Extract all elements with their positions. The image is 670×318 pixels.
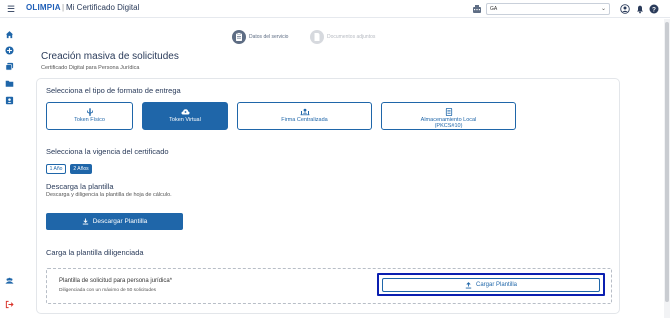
logout-icon[interactable]	[5, 300, 14, 309]
document-icon	[314, 33, 320, 41]
validity-2-years-option[interactable]: 2 Años	[70, 164, 92, 174]
upload-template-button[interactable]: Cargar Plantilla	[382, 278, 600, 292]
top-bar: ☰ OLIMPIA | Mi Certificado Digital GA ⌄ …	[0, 0, 670, 18]
validity-title: Selecciona la vigencia del certificado	[46, 147, 169, 156]
option-token-fisico-label: Token Físico	[74, 117, 105, 123]
upload-template-label: Cargar Plantilla	[475, 282, 518, 288]
upload-field-note: Diligenciada con un máximo de 50 solicit…	[59, 288, 157, 293]
organization-select-value: GA	[490, 6, 498, 12]
brand-logo: OLIMPIA	[26, 3, 61, 12]
contact-card-icon[interactable]	[5, 96, 14, 105]
app-title: Mi Certificado Digital	[66, 3, 140, 12]
svg-text:?: ?	[652, 6, 656, 13]
upload-section-title: Carga la plantilla diligenciada	[46, 248, 144, 257]
network-user-icon	[300, 108, 309, 116]
step-attached-documents-label: Documentos adjuntos	[327, 34, 376, 40]
download-template-button[interactable]: Descargar Plantilla	[46, 213, 183, 230]
brand-separator: |	[62, 3, 65, 12]
upload-icon	[465, 281, 472, 288]
organization-icon	[473, 5, 481, 13]
help-icon[interactable]: ?	[649, 4, 659, 14]
option-token-virtual[interactable]: Token Virtual	[142, 102, 228, 130]
option-firma-centralizada[interactable]: Firma Centralizada	[237, 102, 372, 130]
option-token-fisico[interactable]: Token Físico	[46, 102, 133, 130]
chevron-down-icon: ⌄	[600, 6, 606, 12]
step-attached-documents-indicator	[310, 30, 324, 44]
validity-1-year-option[interactable]: 1 Año	[46, 164, 66, 174]
cloud-key-icon	[180, 109, 190, 115]
option-almacenamiento-local-label: Almacenamiento Local (PKCS#10)	[382, 117, 515, 129]
option-almacenamiento-local-line2: (PKCS#10)	[434, 123, 463, 129]
option-token-virtual-label: Token Virtual	[169, 117, 201, 123]
download-icon	[82, 218, 88, 225]
template-download-description: Descarga y diligencia la plantilla de ho…	[46, 192, 172, 198]
menu-icon[interactable]: ☰	[5, 3, 17, 15]
step-service-data-label: Datos del servicio	[249, 34, 289, 40]
delivery-format-title: Selecciona el tipo de formato de entrega	[46, 86, 181, 95]
notifications-bell-icon[interactable]	[635, 4, 645, 14]
step-service-data-indicator	[232, 30, 246, 44]
add-circle-icon[interactable]	[5, 46, 14, 55]
download-template-label: Descargar Plantilla	[92, 218, 148, 225]
sidebar	[0, 19, 19, 318]
user-account-icon[interactable]	[620, 4, 630, 14]
clipboard-icon	[236, 32, 242, 41]
usb-icon	[86, 108, 93, 116]
page-scrollbar-thumb[interactable]	[665, 22, 669, 302]
option-almacenamiento-local[interactable]: Almacenamiento Local (PKCS#10)	[381, 102, 516, 130]
batch-requests-icon[interactable]	[5, 62, 14, 71]
option-firma-centralizada-label: Firma Centralizada	[281, 117, 328, 123]
users-group-icon[interactable]	[5, 276, 14, 285]
upload-field-title: Plantilla de solicitud para persona jurí…	[59, 278, 173, 284]
folder-icon[interactable]	[5, 79, 14, 88]
document-icon	[445, 108, 452, 116]
home-icon[interactable]	[5, 30, 14, 39]
template-download-title: Descarga la plantilla	[46, 182, 114, 191]
page-title: Creación masiva de solicitudes	[41, 51, 179, 62]
page-subtitle: Certificado Digital para Persona Jurídic…	[41, 65, 140, 71]
organization-select[interactable]: GA ⌄	[486, 3, 610, 15]
